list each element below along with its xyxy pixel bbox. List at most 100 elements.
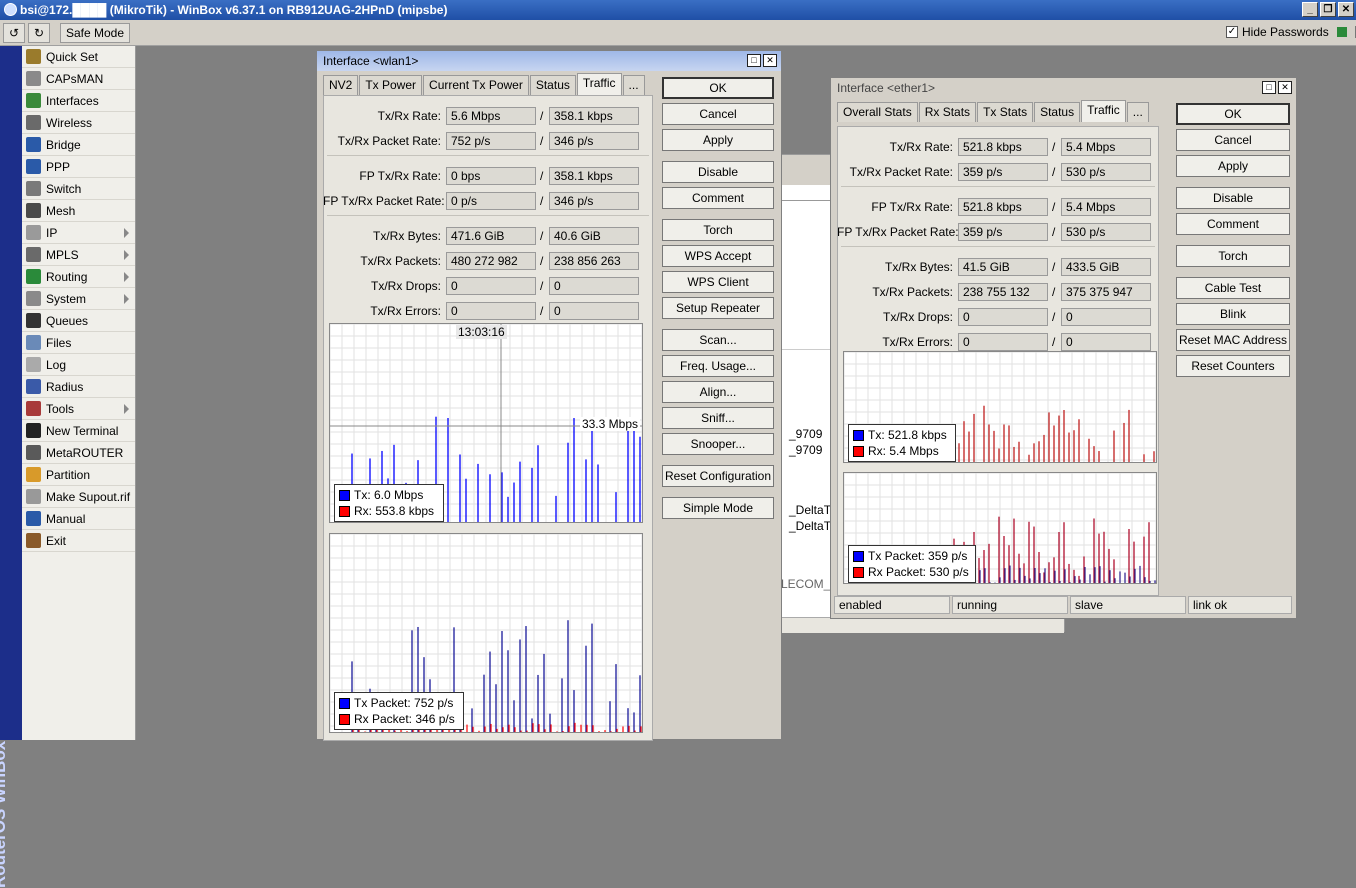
sidebar-item-routing[interactable]: Routing [22, 266, 135, 288]
tab-traffic[interactable]: Traffic [576, 73, 622, 95]
maximize-icon[interactable]: □ [1262, 81, 1276, 94]
freq-usage-button[interactable]: Freq. Usage... [662, 355, 774, 377]
sidebar-item-files[interactable]: Files [22, 332, 135, 354]
tab-status[interactable]: Status [1034, 102, 1081, 122]
sidebar-item-system[interactable]: System [22, 288, 135, 310]
wps-accept-button[interactable]: WPS Accept [662, 245, 774, 267]
sidebar-item-switch[interactable]: Switch [22, 178, 135, 200]
redo-button[interactable]: ↻ [28, 23, 50, 43]
queues-icon [26, 313, 41, 328]
sidebar-item-exit[interactable]: Exit [22, 530, 135, 552]
disable-button[interactable]: Disable [1176, 187, 1290, 209]
list-item[interactable]: _9709 [789, 443, 822, 457]
torch-button[interactable]: Torch [1176, 245, 1290, 267]
field-label: FP Tx/Rx Rate: [871, 200, 953, 214]
sidebar-item-mpls[interactable]: MPLS [22, 244, 135, 266]
separator-slash: / [540, 279, 544, 293]
sidebar-item-capsman[interactable]: CAPsMAN [22, 68, 135, 90]
sidebar-item-wireless[interactable]: Wireless [22, 112, 135, 134]
sidebar-item-metarouter[interactable]: MetaROUTER [22, 442, 135, 464]
scan-button[interactable]: Scan... [662, 329, 774, 351]
tab-nv2[interactable]: NV2 [323, 75, 359, 95]
torch-button[interactable]: Torch [662, 219, 774, 241]
sniff-button[interactable]: Sniff... [662, 407, 774, 429]
sidebar-item-ip[interactable]: IP [22, 222, 135, 244]
tab-tx-stats[interactable]: Tx Stats [977, 102, 1034, 122]
interface-ether1-dialog[interactable]: Interface <ether1> □ ✕ Overall Stats Rx S… [830, 77, 1297, 619]
ok-button[interactable]: OK [662, 77, 774, 99]
field-label: Tx/Rx Rate: [377, 109, 441, 123]
sidebar-item-new-terminal[interactable]: New Terminal [22, 420, 135, 442]
apply-button[interactable]: Apply [1176, 155, 1290, 177]
chevron-right-icon [124, 272, 129, 282]
close-icon[interactable]: ✕ [1338, 2, 1354, 17]
field-label: Tx/Rx Packet Rate: [849, 165, 953, 179]
apply-button[interactable]: Apply [662, 129, 774, 151]
sidebar-item-tools[interactable]: Tools [22, 398, 135, 420]
hide-passwords-checkbox[interactable]: ✓ [1226, 26, 1238, 38]
wps-client-button[interactable]: WPS Client [662, 271, 774, 293]
tab-current-tx-power[interactable]: Current Tx Power [423, 75, 529, 95]
sidebar-item-radius[interactable]: Radius [22, 376, 135, 398]
sidebar-item-queues[interactable]: Queues [22, 310, 135, 332]
blink-button[interactable]: Blink [1176, 303, 1290, 325]
maximize-icon[interactable]: □ [747, 54, 761, 67]
sidebar-item-ppp[interactable]: PPP [22, 156, 135, 178]
switch-icon [26, 181, 41, 196]
simple-mode-button[interactable]: Simple Mode [662, 497, 774, 519]
tx-value-field: 521.8 kbps [958, 198, 1048, 216]
cancel-button[interactable]: Cancel [662, 103, 774, 125]
tab-more[interactable]: ... [622, 75, 645, 95]
log-icon [26, 357, 41, 372]
restore-icon[interactable]: ❐ [1320, 2, 1336, 17]
disable-button[interactable]: Disable [662, 161, 774, 183]
tab-tx-power[interactable]: Tx Power [359, 75, 423, 95]
comment-button[interactable]: Comment [662, 187, 774, 209]
cable-test-button[interactable]: Cable Test [1176, 277, 1290, 299]
cancel-button[interactable]: Cancel [1176, 129, 1290, 151]
app-title: bsi@172.████ (MikroTik) - WinBox v6.37.1… [20, 3, 448, 17]
close-icon[interactable]: ✕ [763, 54, 777, 67]
rx-value-field: 358.1 kbps [549, 167, 639, 185]
comment-button[interactable]: Comment [1176, 213, 1290, 235]
reset-configuration-button[interactable]: Reset Configuration [662, 465, 774, 487]
legend-label-rx: Rx: 5.4 Mbps [868, 444, 939, 458]
legend-rx: Rx: 553.8 kbps [339, 503, 439, 519]
sidebar-item-mesh[interactable]: Mesh [22, 200, 135, 222]
minimize-icon[interactable]: _ [1302, 2, 1318, 17]
legend-tx: Tx: 521.8 kbps [853, 427, 951, 443]
sidebar-item-label: Interfaces [46, 93, 99, 108]
graph-value-label: 33.3 Mbps [579, 417, 640, 431]
sidebar-item-partition[interactable]: Partition [22, 464, 135, 486]
align-button[interactable]: Align... [662, 381, 774, 403]
hide-passwords-toggle[interactable]: ✓ Hide Passwords [1226, 25, 1356, 39]
close-icon[interactable]: ✕ [1278, 81, 1292, 94]
legend-swatch-rx [853, 566, 864, 578]
tab-traffic[interactable]: Traffic [1081, 100, 1126, 122]
sidebar-item-label: Files [46, 335, 72, 350]
tab-more[interactable]: ... [1126, 102, 1149, 122]
sidebar-item-label: Manual [46, 511, 86, 526]
setup-repeater-button[interactable]: Setup Repeater [662, 297, 774, 319]
sidebar-item-label: Routing [46, 269, 88, 284]
tab-rx-stats[interactable]: Rx Stats [918, 102, 977, 122]
undo-button[interactable]: ↺ [3, 23, 25, 43]
status-enabled: enabled [834, 596, 950, 614]
tab-overall-stats[interactable]: Overall Stats [837, 102, 918, 122]
list-item[interactable]: LECOM_0 [781, 577, 837, 591]
sidebar-item-log[interactable]: Log [22, 354, 135, 376]
sidebar-item-manual[interactable]: Manual [22, 508, 135, 530]
tab-status[interactable]: Status [529, 75, 576, 95]
list-item[interactable]: _9709 [789, 427, 822, 441]
reset-counters-button[interactable]: Reset Counters [1176, 355, 1290, 377]
sidebar-item-bridge[interactable]: Bridge [22, 134, 135, 156]
safe-mode-button[interactable]: Safe Mode [60, 23, 130, 43]
sidebar-item-make-supout-rif[interactable]: Make Supout.rif [22, 486, 135, 508]
field-label: Tx/Rx Rate: [889, 140, 953, 154]
interface-wlan1-dialog[interactable]: Interface <wlan1> □ ✕ NV2 Tx Power Current… [316, 50, 782, 741]
snooper-button[interactable]: Snooper... [662, 433, 774, 455]
ok-button[interactable]: OK [1176, 103, 1290, 125]
sidebar-item-interfaces[interactable]: Interfaces [22, 90, 135, 112]
reset-mac-address-button[interactable]: Reset MAC Address [1176, 329, 1290, 351]
sidebar-item-quick-set[interactable]: Quick Set [22, 46, 135, 68]
